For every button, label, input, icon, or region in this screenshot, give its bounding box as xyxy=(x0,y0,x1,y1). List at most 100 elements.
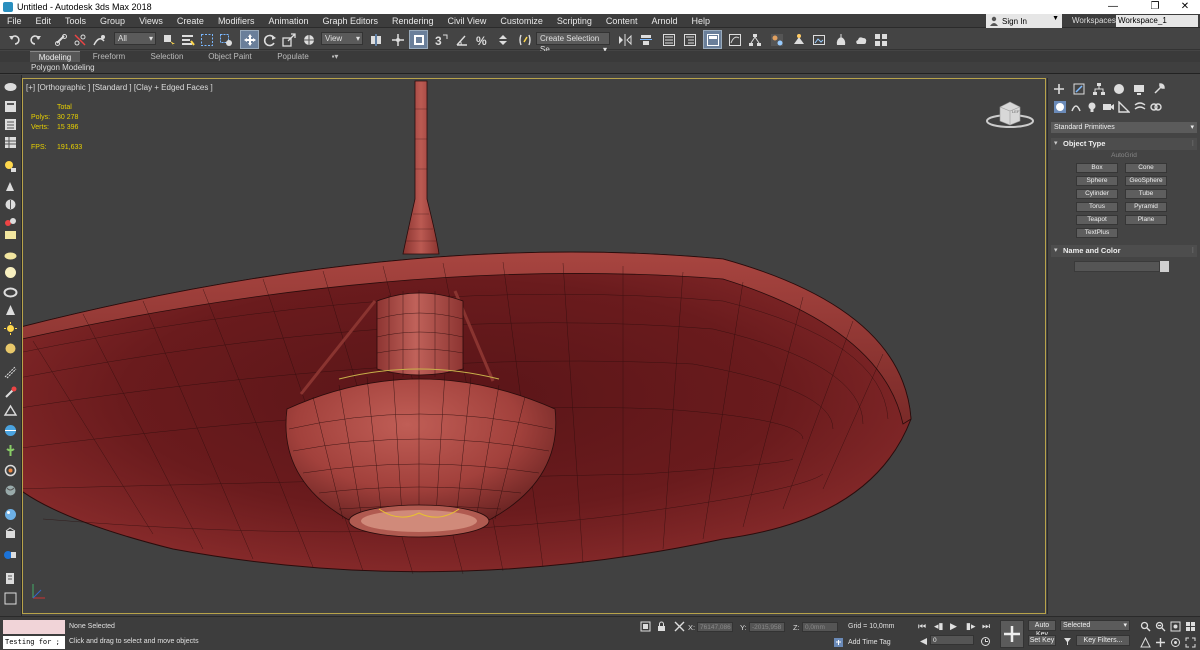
previous-frame-icon[interactable]: ◂▮ xyxy=(934,621,943,632)
motion-tab-icon[interactable] xyxy=(1112,82,1126,96)
space-warps-category-icon[interactable] xyxy=(1134,101,1146,113)
create-tab-icon[interactable] xyxy=(1052,82,1066,96)
rendered-frame-window-icon[interactable] xyxy=(810,31,827,48)
hair-icon[interactable] xyxy=(3,463,18,478)
systems-category-icon[interactable] xyxy=(1150,101,1162,113)
snaps-toggle-icon[interactable]: 3 xyxy=(432,31,449,48)
menu-scripting[interactable]: Scripting xyxy=(550,14,599,28)
menu-modifiers[interactable]: Modifiers xyxy=(211,14,262,28)
textplus-button[interactable]: TextPlus xyxy=(1076,228,1118,238)
modify-tab-icon[interactable] xyxy=(1072,82,1086,96)
time-configuration-icon[interactable] xyxy=(980,636,991,647)
sign-in-button[interactable]: Sign In ▼ xyxy=(986,14,1062,28)
curve-editor-icon[interactable] xyxy=(726,31,743,48)
angle-snap-icon[interactable] xyxy=(453,31,470,48)
cylinder-button[interactable]: Cylinder xyxy=(1076,189,1118,199)
grid-panel-icon[interactable] xyxy=(3,135,18,150)
reference-coordinate-select[interactable]: View ▾ xyxy=(321,32,363,45)
globe-icon[interactable] xyxy=(3,423,18,438)
zoom-extents-all-icon[interactable] xyxy=(1185,621,1196,632)
display-icon[interactable] xyxy=(3,179,18,194)
scene-explorer-icon[interactable] xyxy=(660,31,677,48)
y-coordinate-field[interactable]: -2015,958 xyxy=(749,622,785,632)
menu-file[interactable]: File xyxy=(0,14,29,28)
auto-key-button[interactable]: Auto Key xyxy=(1028,620,1056,638)
cameras-category-icon[interactable] xyxy=(1102,101,1114,113)
viewport-label[interactable]: [+] [Orthographic ] [Standard ] [Clay + … xyxy=(26,83,213,92)
field-of-view-icon[interactable] xyxy=(1140,637,1151,648)
render-setup-icon[interactable] xyxy=(790,31,807,48)
key-mode-toggle-icon[interactable] xyxy=(918,636,929,647)
material-editor-icon[interactable] xyxy=(768,31,785,48)
menu-edit[interactable]: Edit xyxy=(29,14,59,28)
menu-civil-view[interactable]: Civil View xyxy=(441,14,494,28)
tab-freeform[interactable]: Freeform xyxy=(84,51,134,62)
omni-light-icon[interactable] xyxy=(3,341,18,356)
autogrid-checkbox[interactable]: AutoGrid xyxy=(1051,152,1197,159)
ribbon-options-icon[interactable]: ▪▾ xyxy=(326,51,344,62)
select-scale-icon[interactable] xyxy=(280,31,297,48)
utilities-tab-icon[interactable] xyxy=(1152,82,1166,96)
key-filters-button[interactable]: Key Filters... xyxy=(1076,635,1130,646)
menu-arnold[interactable]: Arnold xyxy=(644,14,684,28)
a360-gallery-icon[interactable] xyxy=(872,31,889,48)
ribbon-panel-title[interactable]: Polygon Modeling xyxy=(31,63,95,72)
material-sphere-icon[interactable] xyxy=(3,507,18,522)
zoom-extents-icon[interactable] xyxy=(1170,621,1181,632)
selection-filter-select[interactable]: All ▾ xyxy=(114,32,156,45)
absolute-mode-icon[interactable] xyxy=(674,621,685,632)
menu-help[interactable]: Help xyxy=(684,14,717,28)
bind-space-warp-icon[interactable] xyxy=(90,31,107,48)
key-filter-icon[interactable] xyxy=(1062,636,1073,647)
key-mode-select[interactable]: Selected ▾ xyxy=(1060,620,1130,631)
menu-create[interactable]: Create xyxy=(170,14,211,28)
list-icon[interactable] xyxy=(3,117,18,132)
current-frame-field[interactable]: 0 xyxy=(930,635,974,645)
render-in-cloud-icon[interactable] xyxy=(852,31,869,48)
undo-icon[interactable] xyxy=(6,31,23,48)
select-move-icon[interactable] xyxy=(240,30,259,49)
plane-primitive-icon[interactable] xyxy=(3,247,18,262)
viewport-layout-icon[interactable] xyxy=(3,79,18,94)
tube-button[interactable]: Tube xyxy=(1125,189,1167,199)
add-viewport-icon[interactable] xyxy=(3,591,18,606)
zoom-icon[interactable] xyxy=(1140,621,1151,632)
select-rotate-icon[interactable] xyxy=(261,31,278,48)
tab-selection[interactable]: Selection xyxy=(140,51,194,62)
go-to-start-icon[interactable]: ⏮ xyxy=(918,621,926,632)
keyboard-shortcut-override-icon[interactable] xyxy=(409,30,428,49)
unlink-icon[interactable] xyxy=(71,31,88,48)
pan-view-icon[interactable] xyxy=(1155,637,1166,648)
physics-icon[interactable] xyxy=(3,527,18,542)
space-warp-icon[interactable] xyxy=(3,403,18,418)
redo-icon[interactable] xyxy=(26,31,43,48)
primitive-type-select[interactable]: Standard Primitives ▾ xyxy=(1051,122,1197,133)
select-by-name-icon[interactable] xyxy=(179,31,196,48)
menu-customize[interactable]: Customize xyxy=(493,14,550,28)
select-manipulate-icon[interactable] xyxy=(389,31,406,48)
close-button[interactable]: ✕ xyxy=(1170,0,1200,14)
object-type-rollout[interactable]: Object Type ⁝ xyxy=(1051,138,1197,150)
hierarchy-icon[interactable] xyxy=(3,197,18,212)
render-production-icon[interactable] xyxy=(832,31,849,48)
maxscript-listener-output[interactable] xyxy=(3,620,65,634)
menu-rendering[interactable]: Rendering xyxy=(385,14,441,28)
geometry-category-icon[interactable] xyxy=(1054,101,1066,113)
select-object-icon[interactable] xyxy=(160,31,177,48)
sphere-primitive-icon[interactable] xyxy=(3,265,18,280)
sphere-button[interactable]: Sphere xyxy=(1076,176,1118,186)
schematic-view-icon[interactable] xyxy=(746,31,763,48)
set-key-button[interactable]: Set Key xyxy=(1028,635,1056,646)
time-tag-icon[interactable] xyxy=(833,637,844,648)
box-primitive-icon[interactable] xyxy=(3,227,18,242)
create-light-icon[interactable] xyxy=(3,159,18,174)
next-frame-icon[interactable]: ▮▸ xyxy=(966,621,975,632)
select-place-icon[interactable] xyxy=(300,31,317,48)
sun-light-icon[interactable] xyxy=(3,321,18,336)
pivot-center-icon[interactable] xyxy=(367,31,384,48)
script-icon[interactable] xyxy=(3,571,18,586)
viewport[interactable]: [+] [Orthographic ] [Standard ] [Clay + … xyxy=(22,78,1046,614)
object-color-swatch[interactable] xyxy=(1160,261,1169,272)
set-keys-button[interactable] xyxy=(1000,620,1024,648)
pyramid-button[interactable]: Pyramid xyxy=(1125,202,1167,212)
